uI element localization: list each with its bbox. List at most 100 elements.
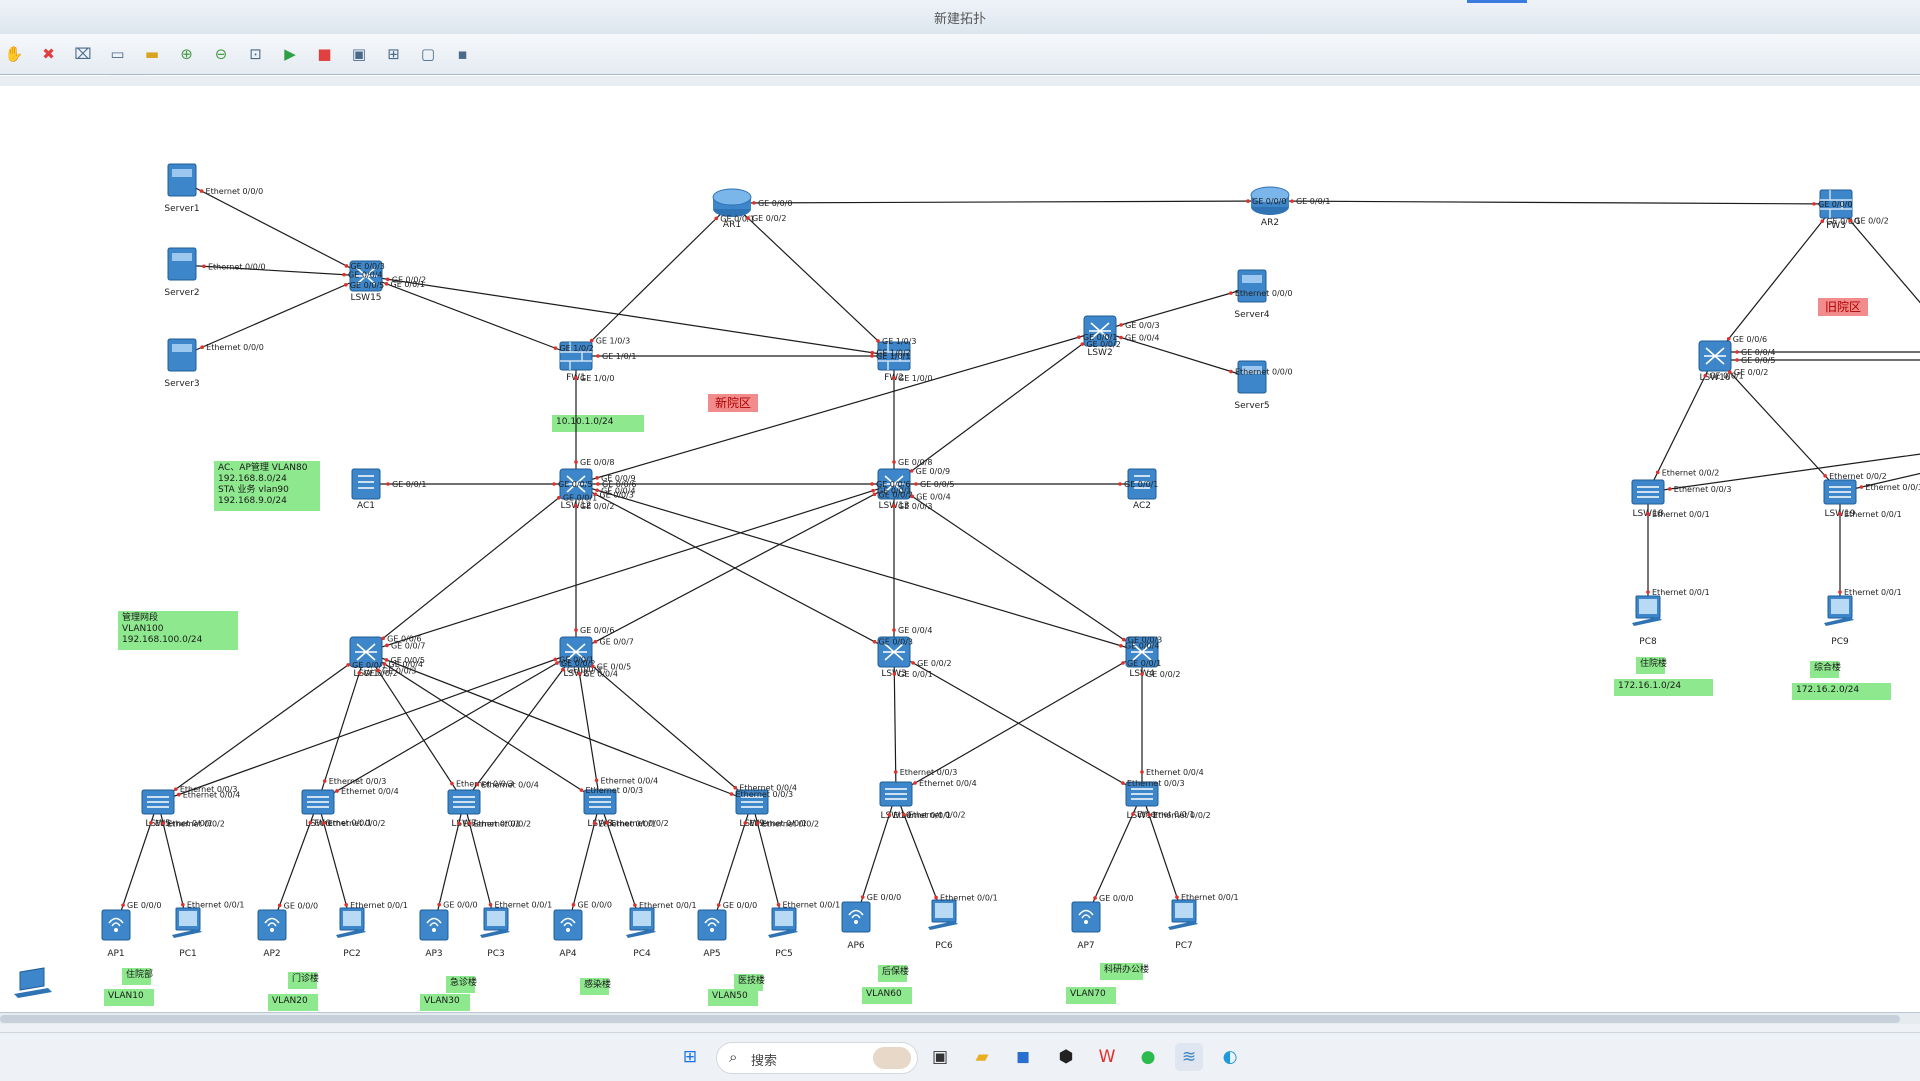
ar1-device[interactable]: [712, 188, 752, 217]
port-dot: [605, 821, 609, 825]
wps-taskbar-button[interactable]: W: [1093, 1043, 1121, 1071]
delete-button[interactable]: ✖: [37, 42, 61, 66]
port-dot: [174, 787, 178, 791]
link-lsw13-lsw1[interactable]: [365, 483, 895, 653]
lsw10-device[interactable]: [879, 781, 913, 807]
pc1-device[interactable]: [172, 907, 202, 938]
port-label: Ethernet 0/0/3: [900, 768, 958, 777]
hand-icon: ✋: [4, 45, 24, 63]
link-ar2-fw3[interactable]: [1269, 200, 1837, 205]
zoom-out-button[interactable]: ⊖: [209, 42, 233, 66]
port-dot: [488, 902, 493, 907]
lsw18-device[interactable]: [1631, 479, 1665, 505]
port-label: GE 0/0/7: [599, 638, 633, 647]
port-dot: [308, 820, 313, 825]
stop-button[interactable]: ■: [313, 42, 337, 66]
port-label: Ethernet 0/0/1: [495, 901, 553, 910]
note-b2-text: 门诊楼: [292, 972, 319, 984]
taskview-taskbar-button[interactable]: ▣: [926, 1043, 954, 1071]
server1-device[interactable]: [167, 163, 197, 197]
window-button[interactable]: ▢: [416, 42, 440, 66]
pc5-device[interactable]: [768, 907, 798, 938]
port-label: Ethernet 0/0/3: [1674, 485, 1732, 494]
port-dot: [752, 201, 756, 205]
fit-button[interactable]: ⊡: [244, 42, 268, 66]
link-ar1-ar2[interactable]: [731, 200, 1271, 204]
link-lsw12-lsw1[interactable]: [365, 483, 577, 653]
ac1-device[interactable]: [351, 468, 381, 500]
link-lsw2-lsw12[interactable]: [575, 330, 1101, 485]
server5-device[interactable]: [1237, 360, 1267, 394]
pc6-device[interactable]: [928, 899, 958, 930]
note-v30-text: VLAN30: [424, 996, 460, 1006]
port-dot: [1838, 512, 1842, 516]
ap7-device[interactable]: [1071, 901, 1101, 933]
ensp-taskbar-button[interactable]: ≋: [1175, 1043, 1203, 1071]
folder-icon: ▰: [975, 1047, 989, 1067]
lsw6-device[interactable]: [301, 789, 335, 815]
server2-device[interactable]: [167, 247, 197, 281]
pc3-device[interactable]: [480, 907, 510, 938]
port-label: Ethernet 0/0/4: [1146, 768, 1204, 777]
port-dot: [202, 264, 206, 269]
topology-button[interactable]: ⊞: [382, 42, 406, 66]
port-dot: [557, 495, 561, 500]
link-lsw2-server5[interactable]: [1099, 330, 1253, 379]
lsw16-device[interactable]: [1698, 340, 1732, 372]
start-taskbar-button[interactable]: ⊞: [676, 1043, 704, 1071]
laptop-device[interactable]: [14, 967, 52, 998]
lsw5-device[interactable]: [141, 789, 175, 815]
port-dot: [181, 902, 185, 907]
server3-device[interactable]: [167, 338, 197, 372]
link-lsw12-lsw4[interactable]: [575, 483, 1143, 653]
ap4-device[interactable]: [553, 909, 583, 941]
pc6-label: PC6: [935, 941, 953, 951]
topology-svg[interactable]: 10.10.1.0/24 AC、AP管理 VLAN80192.168.8.0/24…: [0, 86, 1920, 1012]
pc8-device[interactable]: [1632, 595, 1662, 626]
taskbar-search[interactable]: ⌕ 搜索: [716, 1042, 918, 1074]
wechat-taskbar-button[interactable]: ●: [1134, 1043, 1162, 1071]
hand-tool-button[interactable]: ✋: [2, 42, 26, 66]
port-dot: [1848, 218, 1853, 223]
ap2-device[interactable]: [257, 909, 287, 941]
clear-all-button[interactable]: ⌧: [71, 42, 95, 66]
topology-canvas[interactable]: 10.10.1.0/24 AC、AP管理 VLAN80 192.168.8.0/24…: [0, 86, 1920, 1012]
explorer-taskbar-button[interactable]: ▰: [968, 1043, 996, 1071]
store-taskbar-button[interactable]: ◼: [1009, 1043, 1037, 1071]
port-dot: [1140, 672, 1144, 676]
port-dot: [1121, 661, 1125, 665]
scrollbar-thumb[interactable]: [0, 1015, 1900, 1023]
lsw19-device[interactable]: [1823, 479, 1857, 505]
zoom-in-button[interactable]: ⊕: [175, 42, 199, 66]
capture-button[interactable]: ▣: [347, 42, 371, 66]
app-cube-taskbar-button[interactable]: ⬢: [1052, 1043, 1080, 1071]
lsw7-device[interactable]: [447, 789, 481, 815]
link-ar1-fw1[interactable]: [575, 202, 733, 357]
ap5-device[interactable]: [697, 909, 727, 941]
link-fw3-lsw16[interactable]: [1714, 203, 1837, 357]
port-label: GE 0/0/3: [879, 638, 913, 647]
link-ar1-fw2[interactable]: [731, 202, 895, 357]
pc4-device[interactable]: [626, 907, 656, 938]
port-label: GE 0/0/2: [879, 490, 913, 499]
port-dot: [1859, 485, 1864, 489]
pc7-device[interactable]: [1168, 899, 1198, 930]
cli-button[interactable]: ▪: [451, 42, 475, 66]
windows-icon: ⊞: [682, 1047, 698, 1067]
taskview-icon: ▣: [931, 1047, 949, 1067]
pc2-device[interactable]: [336, 907, 366, 938]
start-button[interactable]: ▶: [278, 42, 302, 66]
port-dot: [1093, 896, 1097, 900]
palette-button[interactable]: ▬: [140, 42, 164, 66]
pc9-device[interactable]: [1824, 595, 1854, 626]
port-dot: [577, 671, 582, 676]
ap6-device[interactable]: [841, 901, 871, 933]
edge-taskbar-button[interactable]: ◐: [1216, 1043, 1244, 1071]
text-button[interactable]: ▭: [106, 42, 130, 66]
ap1-device[interactable]: [101, 909, 131, 941]
port-dot: [376, 668, 380, 673]
port-dot: [1838, 590, 1842, 594]
play-icon: ▶: [284, 45, 296, 63]
port-label: Ethernet 0/0/4: [341, 787, 399, 796]
ap3-device[interactable]: [419, 909, 449, 941]
